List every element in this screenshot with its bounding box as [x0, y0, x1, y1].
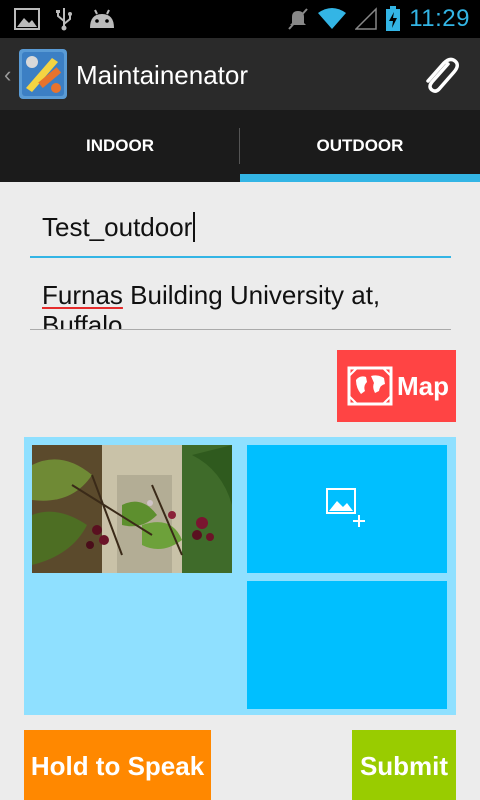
tab-indoor[interactable]: INDOOR — [0, 110, 240, 182]
tab-outdoor[interactable]: OUTDOOR — [240, 110, 480, 182]
maintainenator-app-icon[interactable] — [18, 48, 68, 100]
image-notification-icon — [14, 8, 40, 30]
outdoor-photo-thumbnail[interactable] — [32, 445, 232, 573]
selected-tab-indicator — [240, 174, 480, 182]
signal-icon — [355, 7, 377, 30]
text-cursor — [193, 212, 196, 242]
clock: 11:29 — [409, 5, 470, 32]
photo-panel — [24, 437, 456, 715]
wifi-icon — [318, 8, 347, 29]
app-title: Maintainenator — [76, 60, 248, 90]
map-icon — [347, 366, 393, 406]
tab-bar: INDOOR OUTDOOR — [0, 110, 480, 182]
submit-button[interactable]: Submit — [352, 730, 456, 800]
map-button[interactable]: Map — [337, 350, 456, 422]
status-bar: 11:29 — [0, 0, 480, 38]
map-button-label: Map — [397, 370, 449, 401]
action-bar: ‹ Maintainenator — [0, 38, 480, 110]
hold-to-speak-button[interactable]: Hold to Speak — [24, 730, 211, 800]
mute-icon — [288, 8, 308, 30]
empty-photo-tile[interactable] — [247, 581, 447, 709]
battery-charging-icon — [386, 6, 401, 31]
add-image-icon — [326, 488, 365, 527]
paperclip-icon[interactable] — [418, 54, 462, 98]
up-navigation-caret-icon[interactable]: ‹ — [4, 62, 11, 88]
location-name-value: Test_outdoor — [42, 212, 196, 243]
add-photo-tile[interactable] — [247, 445, 447, 573]
usb-icon — [56, 8, 72, 31]
misspelled-word: Furnas — [42, 280, 123, 310]
android-debug-icon — [90, 9, 114, 28]
address-field[interactable]: Furnas Building University at, Buffalo — [30, 270, 451, 330]
location-name-field[interactable]: Test_outdoor — [30, 198, 451, 258]
address-value: Furnas Building University at, Buffalo — [42, 280, 381, 330]
